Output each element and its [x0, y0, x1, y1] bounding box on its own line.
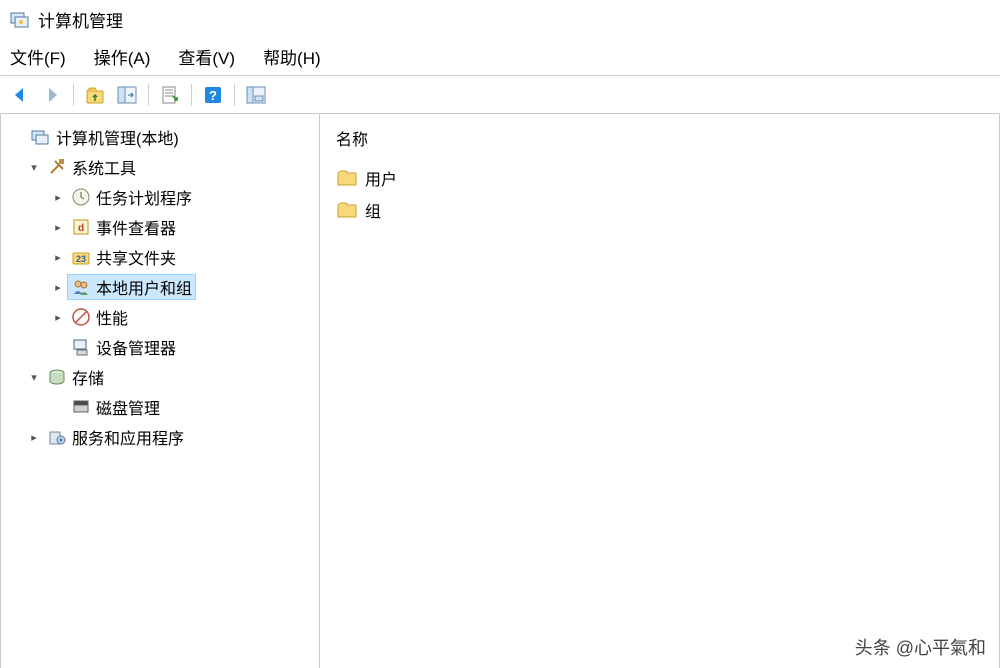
tree-performance[interactable]: ▸ 性能: [5, 302, 315, 332]
tree-event-viewer[interactable]: ▸ d 事件查看器: [5, 212, 315, 242]
tree-root[interactable]: 计算机管理(本地): [5, 122, 315, 152]
chevron-right-icon[interactable]: ▸: [49, 191, 67, 204]
tree-label: 磁盘管理: [96, 395, 160, 419]
chevron-right-icon[interactable]: ▸: [25, 431, 43, 444]
menu-view[interactable]: 查看(V): [178, 44, 235, 69]
svg-text:?: ?: [209, 88, 217, 103]
tree-label: 计算机管理(本地): [56, 125, 179, 149]
toolbar-separator: [148, 84, 149, 106]
titlebar: 计算机管理: [0, 0, 1000, 38]
chevron-right-icon[interactable]: ▸: [49, 221, 67, 234]
services-icon: [47, 427, 67, 447]
menu-file[interactable]: 文件(F): [10, 44, 66, 69]
users-icon: [71, 277, 91, 297]
list-item-label: 组: [365, 198, 381, 222]
folder-icon: [336, 168, 358, 188]
performance-icon: [71, 307, 91, 327]
chevron-right-icon[interactable]: ▸: [49, 251, 67, 264]
tree-device-manager[interactable]: 设备管理器: [5, 332, 315, 362]
tree-system-tools[interactable]: ▾ 系统工具: [5, 152, 315, 182]
back-button[interactable]: [6, 81, 34, 109]
storage-icon: [47, 367, 67, 387]
svg-text:d: d: [78, 223, 84, 234]
toolbar-separator: [191, 84, 192, 106]
list-item-groups[interactable]: 组: [330, 194, 989, 226]
tree-services-apps[interactable]: ▸ 服务和应用程序: [5, 422, 315, 452]
folder-icon: [336, 200, 358, 220]
computer-mgmt-icon: [31, 127, 51, 147]
chevron-down-icon[interactable]: ▾: [25, 161, 43, 174]
clock-icon: [71, 187, 91, 207]
tree-task-scheduler[interactable]: ▸ 任务计划程序: [5, 182, 315, 212]
tree-label: 设备管理器: [96, 335, 176, 359]
list-item-users[interactable]: 用户: [330, 162, 989, 194]
toolbar-separator: [234, 84, 235, 106]
svg-text:23: 23: [76, 254, 86, 264]
export-button[interactable]: [156, 81, 184, 109]
tree-storage[interactable]: ▾ 存储: [5, 362, 315, 392]
disk-icon: [71, 397, 91, 417]
toolbar-separator: [73, 84, 74, 106]
up-button[interactable]: [81, 81, 109, 109]
tree-label: 性能: [96, 305, 128, 329]
chevron-right-icon[interactable]: ▸: [49, 281, 67, 294]
tree-label: 服务和应用程序: [72, 425, 184, 449]
window-title: 计算机管理: [38, 7, 123, 32]
tree-label: 存储: [72, 365, 104, 389]
watermark: 头条 @心平氣和: [855, 634, 986, 660]
app-icon: [10, 9, 30, 29]
menu-action[interactable]: 操作(A): [94, 44, 151, 69]
list-pane[interactable]: 名称 用户 组: [320, 114, 1000, 668]
column-header-name[interactable]: 名称: [330, 122, 989, 154]
toolbar: ?: [0, 76, 1000, 114]
tree-label: 事件查看器: [96, 215, 176, 239]
chevron-down-icon[interactable]: ▾: [25, 371, 43, 384]
shared-folder-icon: 23: [71, 247, 91, 267]
help-button[interactable]: ?: [199, 81, 227, 109]
list-item-label: 用户: [365, 166, 397, 190]
show-hide-button[interactable]: [113, 81, 141, 109]
menubar: 文件(F) 操作(A) 查看(V) 帮助(H): [0, 38, 1000, 76]
tree-label: 共享文件夹: [96, 245, 176, 269]
forward-button[interactable]: [38, 81, 66, 109]
tree-pane[interactable]: 计算机管理(本地) ▾ 系统工具 ▸ 任务计划程序 ▸: [0, 114, 320, 668]
tree-label: 任务计划程序: [96, 185, 192, 209]
tile-button[interactable]: [242, 81, 270, 109]
tree-shared-folders[interactable]: ▸ 23 共享文件夹: [5, 242, 315, 272]
chevron-right-icon[interactable]: ▸: [49, 311, 67, 324]
tree-disk-mgmt[interactable]: 磁盘管理: [5, 392, 315, 422]
device-icon: [71, 337, 91, 357]
tree-label: 系统工具: [72, 155, 136, 179]
tree-label: 本地用户和组: [96, 275, 192, 299]
event-icon: d: [71, 217, 91, 237]
tree-local-users-groups[interactable]: ▸ 本地用户和组: [5, 272, 315, 302]
menu-help[interactable]: 帮助(H): [263, 44, 321, 69]
tools-icon: [47, 157, 67, 177]
content: 计算机管理(本地) ▾ 系统工具 ▸ 任务计划程序 ▸: [0, 114, 1000, 668]
